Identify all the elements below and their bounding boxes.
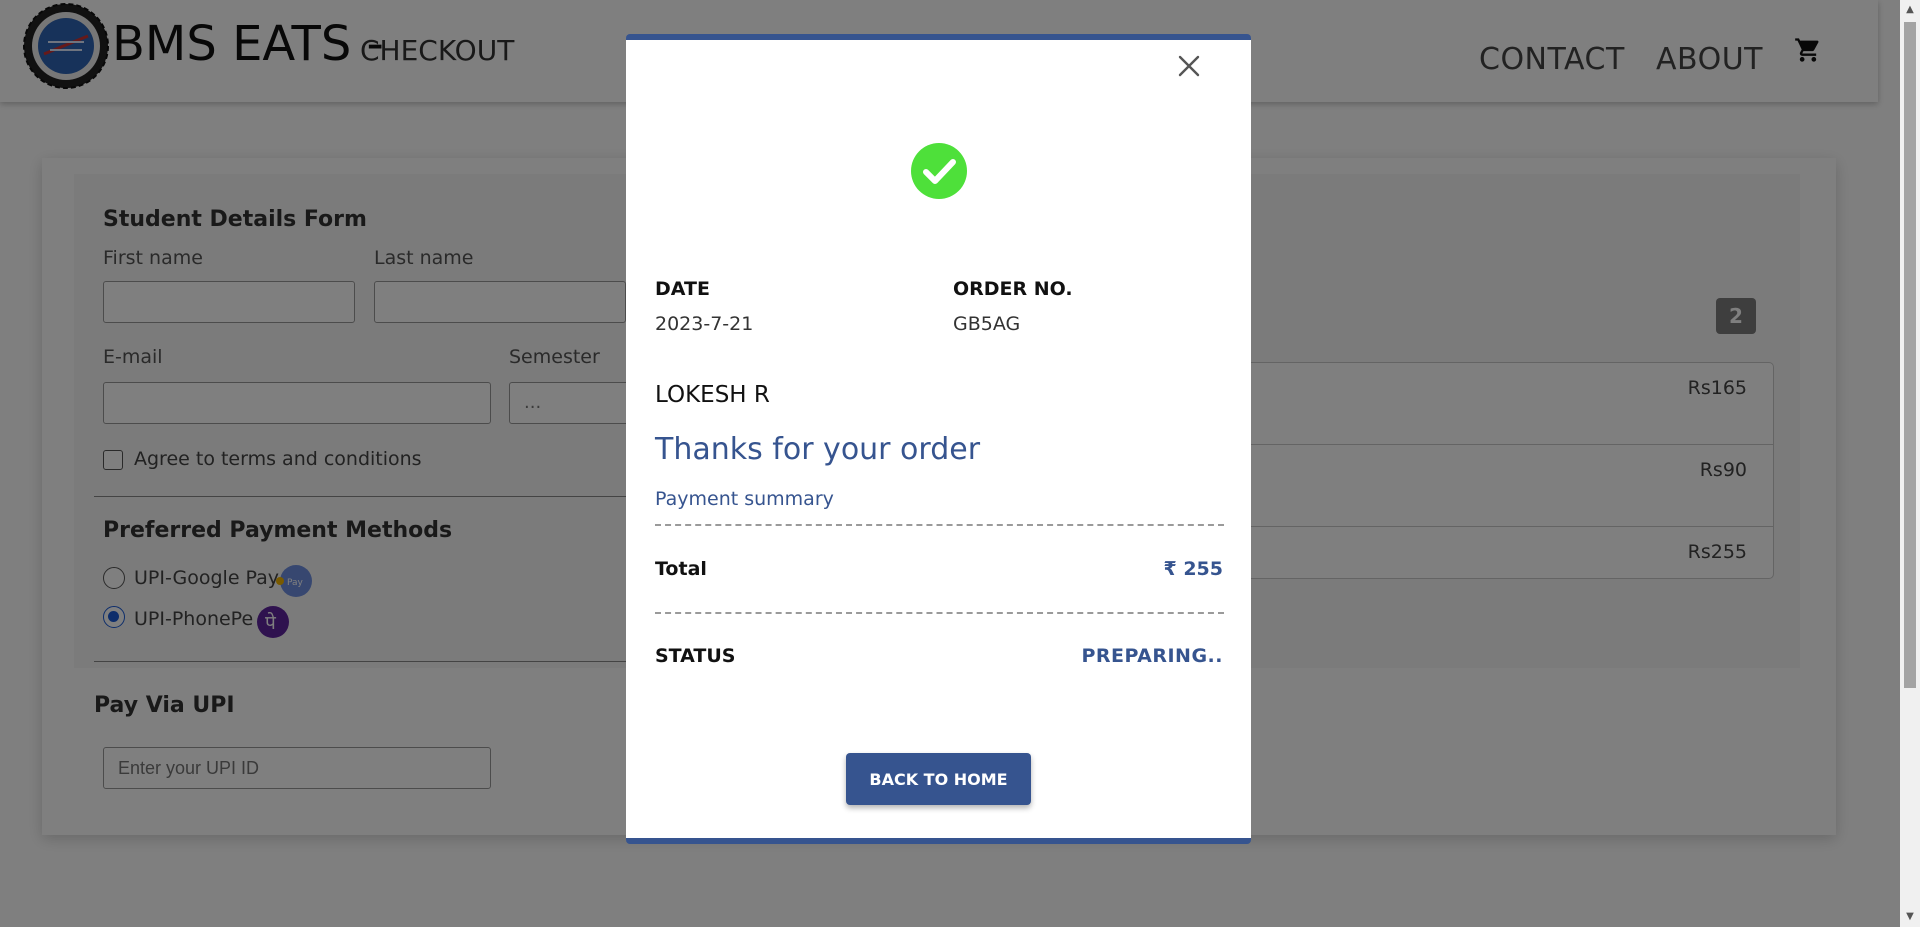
summary-divider: [655, 524, 1224, 526]
date-value: 2023-7-21: [655, 313, 754, 335]
total-value: ₹ 255: [1163, 558, 1224, 580]
date-label: DATE: [655, 278, 710, 300]
close-icon[interactable]: [1175, 52, 1203, 80]
scroll-up-arrow-icon[interactable]: ▲: [1904, 4, 1916, 16]
order-no-value: GB5AG: [953, 313, 1021, 335]
thanks-heading: Thanks for your order: [655, 432, 981, 467]
status-value: PREPARING..: [1081, 645, 1223, 667]
back-to-home-button[interactable]: BACK TO HOME: [846, 753, 1031, 805]
success-check-icon: [911, 143, 967, 199]
order-no-label: ORDER NO.: [953, 278, 1073, 300]
status-label: STATUS: [655, 645, 736, 667]
payment-summary-label: Payment summary: [655, 488, 834, 510]
total-label: Total: [655, 558, 707, 580]
scrollbar-thumb[interactable]: [1904, 22, 1916, 688]
customer-name: LOKESH R: [655, 382, 770, 408]
scroll-down-arrow-icon[interactable]: ▼: [1904, 911, 1916, 923]
page-scrollbar[interactable]: ▲ ▼: [1900, 0, 1920, 927]
total-divider: [655, 612, 1224, 614]
